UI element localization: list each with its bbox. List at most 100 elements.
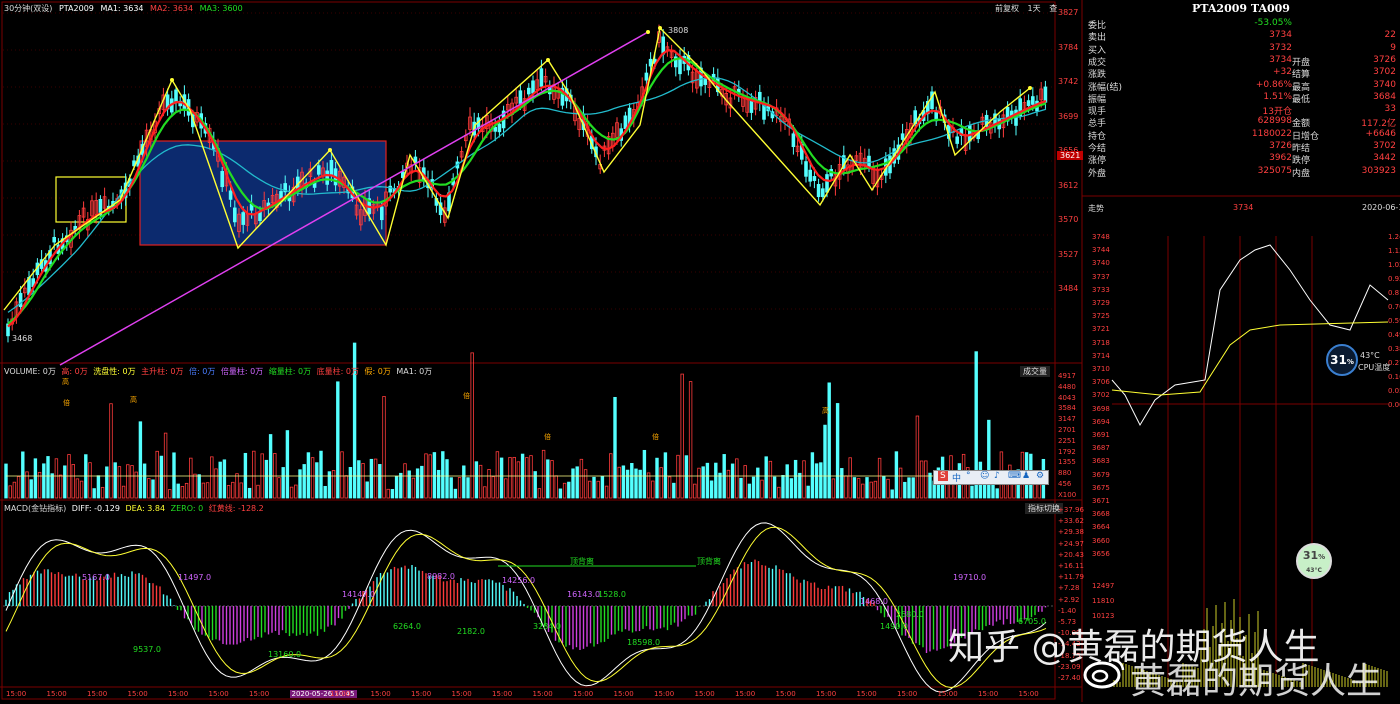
- volume-bar: [348, 467, 353, 499]
- volume-bar: [33, 458, 38, 499]
- intraday-price-tick: 3748: [1092, 233, 1110, 241]
- volume-bar: [79, 480, 84, 499]
- volume-shrink: 缩量柱: 0万: [268, 367, 312, 376]
- volume-bar: [499, 457, 504, 499]
- quote-key: 现手: [1088, 107, 1107, 118]
- volume-tick: 3147: [1058, 415, 1076, 424]
- intraday-pct-tick: 0.70%: [1388, 303, 1400, 311]
- quote-row: 委比 -53.05%: [1082, 18, 1400, 31]
- volume-bar: [579, 458, 584, 499]
- volume-bar: [537, 488, 542, 499]
- intraday-price-tick: 3714: [1092, 351, 1110, 360]
- toolbar-item[interactable]: °: [966, 471, 971, 481]
- main-chart-header: 30分钟(双设) PTA2009 MA1: 3634 MA2: 3634 MA3…: [4, 3, 243, 14]
- quote-value: 3726: [1269, 141, 1292, 151]
- cpu-gauge-2[interactable]: 31% 43°C: [1296, 543, 1332, 579]
- volume-tick: 1792: [1058, 447, 1076, 456]
- volume-bar: [310, 457, 315, 499]
- period-switch[interactable]: 1天: [1028, 4, 1041, 13]
- toolbar-item[interactable]: ♪: [994, 471, 1000, 481]
- intraday-vol-tick: 12497: [1092, 582, 1115, 590]
- volume-bar: [428, 454, 432, 499]
- main-chart-header-right[interactable]: 前复权 1天 查: [995, 3, 1057, 14]
- volume-bar: [457, 477, 462, 499]
- volume-bar: [172, 452, 176, 499]
- quote-key: 委比: [1088, 21, 1107, 31]
- intraday-price-tick: 3664: [1092, 523, 1110, 532]
- candle-body: [900, 133, 905, 140]
- toolbar-item[interactable]: ☺: [980, 471, 989, 481]
- volume-bar: [735, 458, 739, 499]
- volume-bar: [751, 476, 756, 499]
- volume-bar: [235, 473, 239, 499]
- candle-body: [232, 207, 237, 223]
- quote-key: 买入: [1088, 45, 1107, 56]
- volume-bar: [197, 474, 201, 499]
- trend-arrow: [1028, 86, 1032, 90]
- intraday-price-line: [1111, 244, 1389, 427]
- toolbar-item[interactable]: ♟: [1022, 471, 1030, 481]
- volume-bar: [441, 451, 445, 499]
- volume-bar: [252, 450, 256, 499]
- volume-bar: [772, 476, 777, 499]
- intraday-price-tick: 3721: [1092, 325, 1110, 334]
- trend-arrow: [658, 26, 662, 30]
- macd-tick: +33.62: [1058, 517, 1084, 526]
- volume-tick: X100: [1058, 490, 1077, 499]
- volume-bar: [911, 477, 915, 499]
- quote-key-2: 最低: [1292, 94, 1311, 105]
- volume-bar: [88, 462, 92, 499]
- volume-bar: [378, 464, 382, 499]
- volume-bar: [264, 459, 269, 499]
- volume-bar: [294, 484, 298, 499]
- query-label[interactable]: 查: [1049, 4, 1057, 13]
- toolbar-item[interactable]: S: [938, 471, 948, 481]
- time-tick: 15:00: [654, 690, 675, 698]
- volume-bar: [210, 456, 214, 499]
- quote-value: 3732: [1269, 42, 1292, 53]
- volume-bar: [151, 479, 155, 499]
- ime-toolbar[interactable]: S 中 ° ☺ ♪ ⌨ ♟ ⚙: [933, 470, 1049, 485]
- fq-label[interactable]: 前复权: [995, 4, 1019, 13]
- volume-bar: [415, 468, 420, 499]
- volume-bar: [58, 474, 63, 499]
- volume-bar: [852, 477, 857, 499]
- intraday-price-tick: 3687: [1092, 444, 1110, 453]
- quote-key: 成交: [1088, 57, 1107, 68]
- toolbar-item[interactable]: ⚙: [1036, 471, 1044, 481]
- intraday-price-tick: 3740: [1092, 259, 1110, 268]
- volume-bar: [214, 468, 218, 499]
- symbol-label: PTA2009: [58, 4, 94, 13]
- intraday-pct-tick: 0.81%: [1388, 289, 1400, 297]
- quote-value: 3962: [1269, 153, 1292, 164]
- volume-bar: [592, 476, 596, 499]
- candle-body: [816, 184, 821, 198]
- intraday-price-tick: 3691: [1092, 431, 1110, 439]
- candle-body: [867, 155, 871, 168]
- volume-bar: [894, 451, 899, 499]
- volume-bar: [672, 482, 676, 499]
- macd-zero: ZERO: 0: [170, 504, 204, 513]
- macd-annotation: 2580.0: [896, 610, 924, 619]
- cpu-gauge[interactable]: 31%: [1326, 344, 1358, 376]
- volume-bar: [231, 481, 235, 499]
- volume-bar: [861, 483, 865, 499]
- volume-bar: [877, 457, 882, 499]
- volume-bar: [336, 381, 340, 499]
- toolbar-item[interactable]: ⌨: [1008, 471, 1021, 481]
- volume-bar: [760, 479, 764, 499]
- volume-bar: [184, 482, 189, 499]
- toolbar-item[interactable]: 中: [952, 471, 961, 484]
- volume-bar: [768, 460, 773, 499]
- quote-row: 总手 628998 金额 117.2亿: [1082, 116, 1400, 129]
- volume-bar: [474, 461, 479, 499]
- intraday-vol-tick: 11810: [1092, 597, 1115, 605]
- volume-bar: [361, 463, 365, 499]
- volume-bar: [180, 486, 185, 499]
- volume-tag[interactable]: 成交量: [1020, 366, 1050, 377]
- volume-bar: [117, 466, 122, 499]
- candle-body: [968, 125, 972, 142]
- quote-value: 1.51%: [1263, 91, 1292, 102]
- time-tick: 15:00: [937, 690, 958, 698]
- quote-value-2: 3702: [1373, 141, 1396, 151]
